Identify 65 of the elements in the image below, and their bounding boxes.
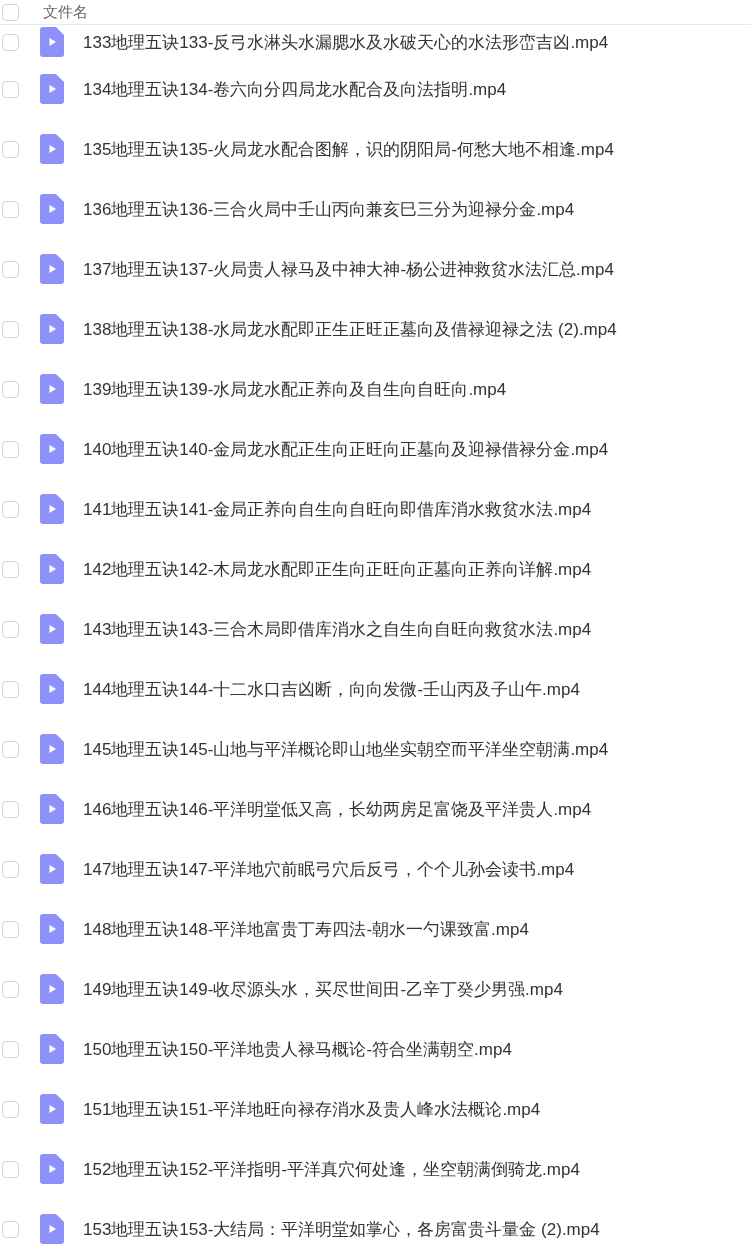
checkbox[interactable] xyxy=(2,3,19,21)
file-name[interactable]: 153地理五诀153-大结局：平洋明堂如掌心，各房富贵斗量金 (2).mp4 xyxy=(83,1217,600,1241)
checkbox[interactable] xyxy=(2,260,19,278)
file-name[interactable]: 136地理五诀136-三合火局中壬山丙向兼亥巳三分为迎禄分金.mp4 xyxy=(83,197,575,221)
video-file-icon xyxy=(40,1214,64,1244)
checkbox[interactable] xyxy=(2,740,19,758)
file-name[interactable]: 146地理五诀146-平洋明堂低又高，长幼两房足富饶及平洋贵人.mp4 xyxy=(83,797,592,821)
checkbox[interactable] xyxy=(2,500,19,518)
video-file-icon xyxy=(40,194,64,224)
video-file-icon xyxy=(40,974,64,1004)
checkbox[interactable] xyxy=(2,1040,19,1058)
file-name[interactable]: 139地理五诀139-水局龙水配正养向及自生向自旺向.mp4 xyxy=(83,377,507,401)
checkbox[interactable] xyxy=(2,140,19,158)
checkbox[interactable] xyxy=(2,680,19,698)
file-name[interactable]: 147地理五诀147-平洋地穴前眠弓穴后反弓，个个儿孙会读书.mp4 xyxy=(83,857,575,881)
file-name[interactable]: 152地理五诀152-平洋指明-平洋真穴何处逢，坐空朝满倒骑龙.mp4 xyxy=(83,1157,580,1181)
file-name[interactable]: 140地理五诀140-金局龙水配正生向正旺向正墓向及迎禄借禄分金.mp4 xyxy=(83,437,609,461)
file-name[interactable]: 144地理五诀144-十二水口吉凶断，向向发微-壬山丙及子山午.mp4 xyxy=(83,677,580,701)
checkbox[interactable] xyxy=(2,800,19,818)
video-file-icon xyxy=(40,1094,64,1124)
checkbox[interactable] xyxy=(2,380,19,398)
file-name[interactable]: 150地理五诀150-平洋地贵人禄马概论-符合坐满朝空.mp4 xyxy=(83,1037,512,1061)
video-file-icon xyxy=(40,134,64,164)
checkbox[interactable] xyxy=(2,560,19,578)
file-name[interactable]: 137地理五诀137-火局贵人禄马及中神大神-杨公进神救贫水法汇总.mp4 xyxy=(83,257,614,281)
checkbox[interactable] xyxy=(2,1220,19,1238)
video-file-icon xyxy=(40,27,64,57)
checkbox[interactable] xyxy=(2,620,19,638)
checkbox[interactable] xyxy=(2,440,19,458)
checkbox[interactable] xyxy=(2,980,19,998)
checkbox[interactable] xyxy=(2,860,19,878)
checkbox[interactable] xyxy=(2,920,19,938)
video-file-icon xyxy=(40,254,64,284)
file-name[interactable]: 142地理五诀142-木局龙水配即正生向正旺向正墓向正养向详解.mp4 xyxy=(83,557,592,581)
video-file-icon xyxy=(40,1154,64,1184)
column-header: 文件名 xyxy=(43,2,88,22)
checkbox[interactable] xyxy=(2,1100,19,1118)
video-file-icon xyxy=(40,1034,64,1064)
checkbox[interactable] xyxy=(2,80,19,98)
checkbox[interactable] xyxy=(2,33,19,51)
video-file-icon xyxy=(40,734,64,764)
video-file-icon xyxy=(40,374,64,404)
video-file-icon xyxy=(40,614,64,644)
file-name[interactable]: 145地理五诀145-山地与平洋概论即山地坐实朝空而平洋坐空朝满.mp4 xyxy=(83,737,609,761)
video-file-icon xyxy=(40,554,64,584)
file-name[interactable]: 134地理五诀134-卷六向分四局龙水配合及向法指明.mp4 xyxy=(83,77,507,101)
video-file-icon xyxy=(40,854,64,884)
video-file-icon xyxy=(40,74,64,104)
file-name[interactable]: 151地理五诀151-平洋地旺向禄存消水及贵人峰水法概论.mp4 xyxy=(83,1097,541,1121)
file-name[interactable]: 149地理五诀149-收尽源头水，买尽世间田-乙辛丁癸少男强.mp4 xyxy=(83,977,563,1001)
file-name[interactable]: 133地理五诀133-反弓水淋头水漏腮水及水破天心的水法形峦吉凶.mp4 xyxy=(83,30,609,54)
checkbox[interactable] xyxy=(2,1160,19,1178)
checkbox[interactable] xyxy=(2,320,19,338)
video-file-icon xyxy=(40,674,64,704)
file-name[interactable]: 141地理五诀141-金局正养向自生向自旺向即借库消水救贫水法.mp4 xyxy=(83,497,592,521)
file-name[interactable]: 135地理五诀135-火局龙水配合图解，识的阴阳局-何愁大地不相逢.mp4 xyxy=(83,137,614,161)
file-name[interactable]: 148地理五诀148-平洋地富贵丁寿四法-朝水一勺课致富.mp4 xyxy=(83,917,529,941)
video-file-icon xyxy=(40,794,64,824)
checkbox[interactable] xyxy=(2,200,19,218)
video-file-icon xyxy=(40,914,64,944)
video-file-icon xyxy=(40,314,64,344)
file-name[interactable]: 138地理五诀138-水局龙水配即正生正旺正墓向及借禄迎禄之法 (2).mp4 xyxy=(83,317,617,341)
video-file-icon xyxy=(40,434,64,464)
video-file-icon xyxy=(40,494,64,524)
file-name[interactable]: 143地理五诀143-三合木局即借库消水之自生向自旺向救贫水法.mp4 xyxy=(83,617,592,641)
